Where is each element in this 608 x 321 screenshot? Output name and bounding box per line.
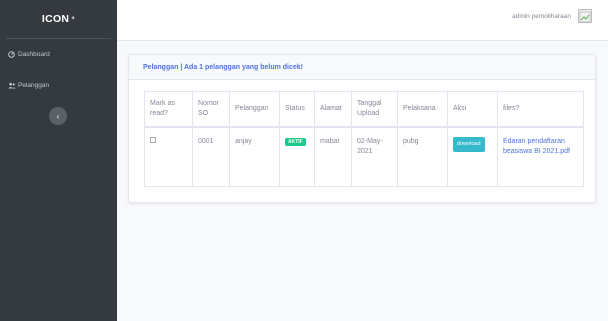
table-row: 0001 anjay AKTIF mabar 02-May-2021 pubg …	[144, 126, 584, 187]
cell-pelaksana: pubg	[397, 126, 448, 187]
mark-read-checkbox[interactable]	[150, 136, 156, 143]
col-pelanggan: Pelanggan	[229, 91, 280, 128]
sidebar-item-label: Dashboard	[18, 51, 50, 58]
broken-image-icon	[579, 11, 591, 23]
col-pelaksana: Pelaksana	[397, 91, 448, 128]
col-tanggal: Tanggal Upload	[351, 91, 398, 128]
card-title: Pelanggan | Ada 1 pelanggan yang belum d…	[129, 55, 595, 80]
sidebar-toggle-button[interactable]: ‹	[49, 107, 67, 125]
col-mark: Mark as read?	[144, 91, 193, 128]
pelanggan-card: Pelanggan | Ada 1 pelanggan yang belum d…	[128, 54, 596, 203]
cell-alamat: mabar	[314, 126, 352, 187]
cell-pelanggan: anjay	[229, 126, 280, 187]
download-button[interactable]: download	[453, 136, 485, 152]
cell-file: Edaran pendaftaran beasiswa BI 2021.pdf	[497, 126, 584, 187]
sidebar: ICON + Dashboard Pelanggan ‹	[0, 0, 117, 321]
avatar[interactable]	[578, 9, 592, 23]
sidebar-item-dashboard[interactable]: Dashboard	[0, 46, 117, 63]
brand-text: ICON	[41, 13, 70, 25]
brand-logo[interactable]: ICON +	[0, 0, 117, 38]
pelanggan-table: Mark as read? Nomor SO Pelanggan Status …	[144, 91, 584, 187]
status-badge: AKTIF	[285, 137, 306, 146]
table-header-row: Mark as read? Nomor SO Pelanggan Status …	[144, 91, 584, 128]
users-icon	[7, 82, 16, 89]
sidebar-item-pelanggan[interactable]: Pelanggan	[0, 77, 117, 94]
file-link[interactable]: Edaran pendaftaran beasiswa BI 2021.pdf	[503, 138, 570, 155]
brand-mark: +	[71, 16, 76, 22]
cell-aksi: download	[447, 126, 498, 187]
sidebar-item-label: Pelanggan	[18, 82, 50, 89]
user-name[interactable]: admin pemoliharaan	[512, 13, 571, 20]
col-alamat: Alamat	[314, 91, 352, 128]
cell-mark	[144, 126, 193, 187]
sidebar-divider	[6, 38, 111, 39]
chevron-left-icon: ‹	[56, 111, 60, 121]
col-aksi: Aksi	[447, 91, 498, 128]
col-status: Status	[279, 91, 315, 128]
topbar: admin pemoliharaan	[117, 0, 608, 41]
col-nomor: Nomor SO	[192, 91, 230, 128]
dashboard-icon	[7, 51, 16, 58]
col-files: files?	[497, 91, 584, 128]
cell-status: AKTIF	[279, 126, 315, 187]
cell-tanggal: 02-May-2021	[351, 126, 398, 187]
cell-nomor: 0001	[192, 126, 230, 187]
